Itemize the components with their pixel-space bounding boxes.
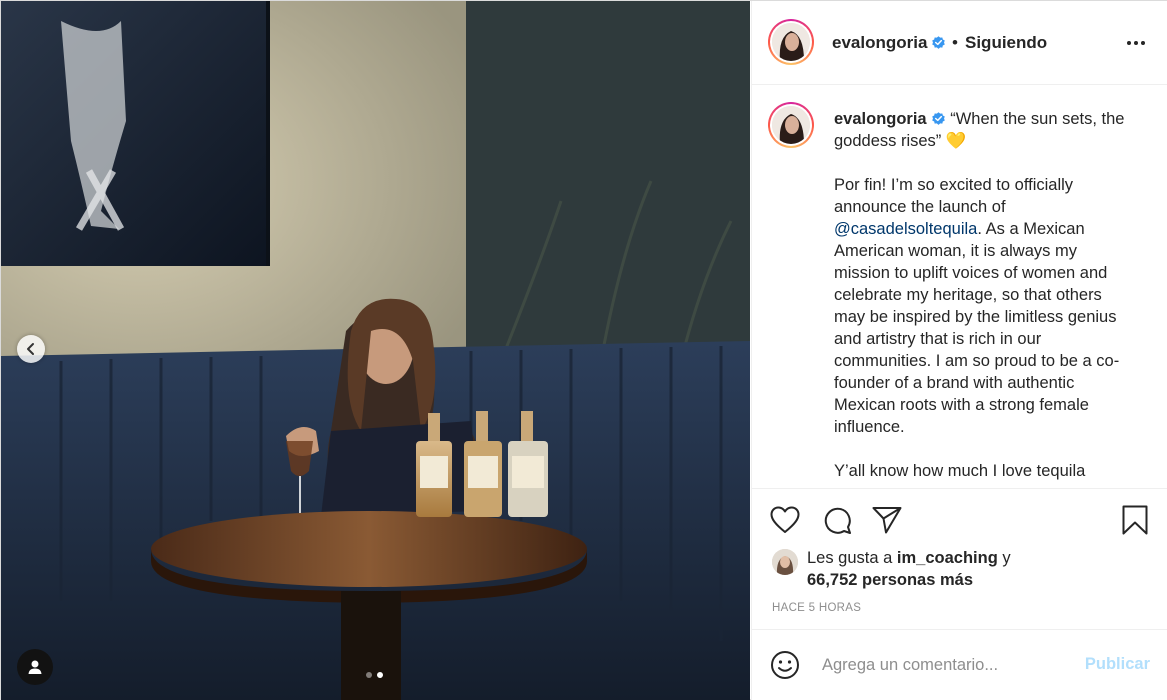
header-separator: • [952,33,958,52]
tagged-users-button[interactable] [17,649,53,685]
share-button[interactable] [870,503,904,537]
likes-prefix: Les gusta a [807,549,897,567]
likes-connector: y [997,549,1011,567]
post-dialog: evalongoria • Siguiendo evalongoria “Whe… [0,0,1167,700]
following-button[interactable]: Siguiendo [965,33,1047,53]
post-caption: evalongoria “When the sun sets, the godd… [834,108,1134,488]
caption-username[interactable]: evalongoria [834,110,927,128]
carousel-dot [366,672,372,678]
avatar-photo [772,23,810,61]
add-comment-bar: Publicar [752,629,1167,700]
comment-button[interactable] [820,503,854,537]
likes-count[interactable]: 66,752 personas más [807,571,973,589]
post-actions: Les gusta a im_coaching y 66,752 persona… [752,488,1167,628]
comments-section[interactable]: evalongoria “When the sun sets, the godd… [752,86,1167,488]
smiley-icon [771,651,799,679]
save-button[interactable] [1118,503,1152,537]
post-timestamp[interactable]: HACE 5 HORAS [772,602,861,614]
post-photo[interactable] [1,1,750,700]
carousel-dot-active [377,672,383,678]
caption-text: . As a Mexican American woman, it is alw… [834,220,1120,436]
user-icon [28,660,42,674]
chevron-left-icon [27,343,34,355]
carousel-prev-button[interactable] [17,335,45,363]
post-author-username[interactable]: evalongoria [832,33,946,53]
caption-text: Y’all know how much I love tequila [834,462,1086,480]
avatar[interactable] [768,19,814,65]
likes-text: Les gusta a im_coaching y 66,752 persona… [807,547,1137,591]
emoji-button[interactable] [770,650,800,680]
more-options-icon[interactable] [1122,31,1150,55]
liker-avatar[interactable] [772,549,798,575]
avatar-photo [772,106,810,144]
caption-avatar[interactable] [768,102,814,148]
post-sidebar: evalongoria • Siguiendo evalongoria “Whe… [751,1,1167,700]
comment-input[interactable] [822,652,1072,678]
photo-scene [1,1,750,700]
verified-badge-icon [932,36,946,49]
carousel-indicator [366,672,383,678]
like-button[interactable] [768,503,802,537]
mention-link[interactable]: @casadelsoltequila [834,220,977,238]
caption-text: Por fin! I’m so excited to officially an… [834,176,1074,216]
liker-username[interactable]: im_coaching [897,549,998,567]
post-header: evalongoria • Siguiendo [752,1,1167,85]
publish-comment-button[interactable]: Publicar [1085,655,1150,674]
heart-icon [770,506,800,533]
comment-icon [824,507,851,534]
verified-badge-icon [931,112,945,125]
send-icon [872,507,902,534]
liker-avatar-photo [772,549,798,575]
bookmark-icon [1122,505,1148,535]
